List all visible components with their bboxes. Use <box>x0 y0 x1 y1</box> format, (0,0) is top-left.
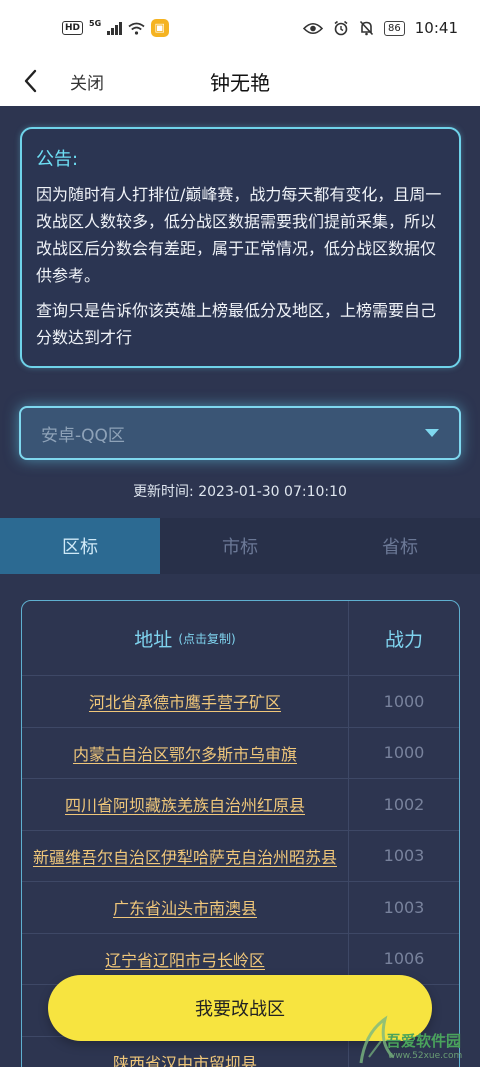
notice-paragraph-2: 查询只是告诉你该英雄上榜最低分及地区，上榜需要自己分数达到才行 <box>36 301 437 347</box>
notice-paragraph-1: 因为随时有人打排位/巅峰赛，战力每天都有变化，且周一改战区人数较多，低分战区数据… <box>36 185 442 285</box>
power-value: 1003 <box>383 897 425 917</box>
header-address: 地址 (点击复制) <box>22 601 349 675</box>
power-value: 1000 <box>383 743 425 763</box>
update-time: 更新时间: 2023-01-30 07:10:10 <box>133 484 347 500</box>
region-select-value: 安卓-QQ区 <box>41 425 125 446</box>
status-bar: HD 5G ▣ 86 10:41 <box>0 0 480 56</box>
table-row: 内蒙古自治区鄂尔多斯市乌审旗 1000 <box>22 727 459 779</box>
back-arrow-icon[interactable] <box>18 66 46 96</box>
header-power: 战力 <box>384 628 423 651</box>
battery-indicator: 86 <box>384 20 405 36</box>
address-link[interactable]: 内蒙古自治区鄂尔多斯市乌审旗 <box>73 741 297 765</box>
hd-badge: HD <box>62 21 84 35</box>
clock: 10:41 <box>414 19 458 37</box>
table-row: 河北省承德市鹰手营子矿区 1000 <box>22 676 459 728</box>
close-button[interactable]: 关闭 <box>70 69 104 94</box>
tab-district[interactable]: 区标 <box>0 518 160 574</box>
header-address-label: 地址 <box>134 628 173 651</box>
power-value: 1000 <box>383 691 425 711</box>
region-select[interactable]: 安卓-QQ区 <box>19 406 461 460</box>
table-row: 新疆维吾尔自治区伊犁哈萨克自治州昭苏县 1003 <box>22 830 459 882</box>
watermark-url: www.52xue.com <box>388 1051 463 1061</box>
table-row: 广东省汕头市南澳县 1003 <box>22 882 459 934</box>
status-left: HD 5G ▣ <box>62 19 169 37</box>
power-value: 1002 <box>383 794 425 814</box>
signal-icon <box>107 21 122 35</box>
address-link[interactable]: 四川省阿坝藏族羌族自治州红原县 <box>65 792 305 816</box>
watermark-name: 吾爱软件园 <box>386 1032 462 1050</box>
nav-bar: 关闭 钟无艳 <box>0 56 480 106</box>
notice-title: 公告: <box>36 149 79 170</box>
address-link[interactable]: 辽宁省辽阳市弓长岭区 <box>105 947 265 971</box>
address-link[interactable]: 陕西省汉中市留坝县 <box>113 1050 257 1067</box>
tab-province[interactable]: 省标 <box>320 518 480 574</box>
eye-icon <box>303 22 324 34</box>
mute-bell-icon <box>359 20 374 36</box>
alarm-icon <box>334 20 348 36</box>
status-right: 86 10:41 <box>303 19 458 37</box>
change-region-button[interactable]: 我要改战区 <box>48 975 432 1041</box>
wifi-icon <box>128 22 145 35</box>
address-link[interactable]: 广东省汕头市南澳县 <box>113 895 257 919</box>
table-header: 地址 (点击复制) 战力 <box>22 601 459 676</box>
app-notification-icon: ▣ <box>150 19 169 37</box>
notice-card: 公告: 因为随时有人打排位/巅峰赛，战力每天都有变化，且周一改战区人数较多，低分… <box>20 127 461 368</box>
network-label: 5G <box>89 19 102 28</box>
tab-bar: 区标 市标 省标 <box>0 518 480 574</box>
table-row: 四川省阿坝藏族羌族自治州红原县 1002 <box>22 779 459 831</box>
address-link[interactable]: 新疆维吾尔自治区伊犁哈萨克自治州昭苏县 <box>33 844 337 868</box>
header-address-hint: (点击复制) <box>178 631 236 646</box>
caret-down-icon <box>425 429 439 437</box>
power-value: 1003 <box>383 846 425 866</box>
tab-city[interactable]: 市标 <box>160 518 320 574</box>
address-link[interactable]: 河北省承德市鹰手营子矿区 <box>89 689 281 713</box>
